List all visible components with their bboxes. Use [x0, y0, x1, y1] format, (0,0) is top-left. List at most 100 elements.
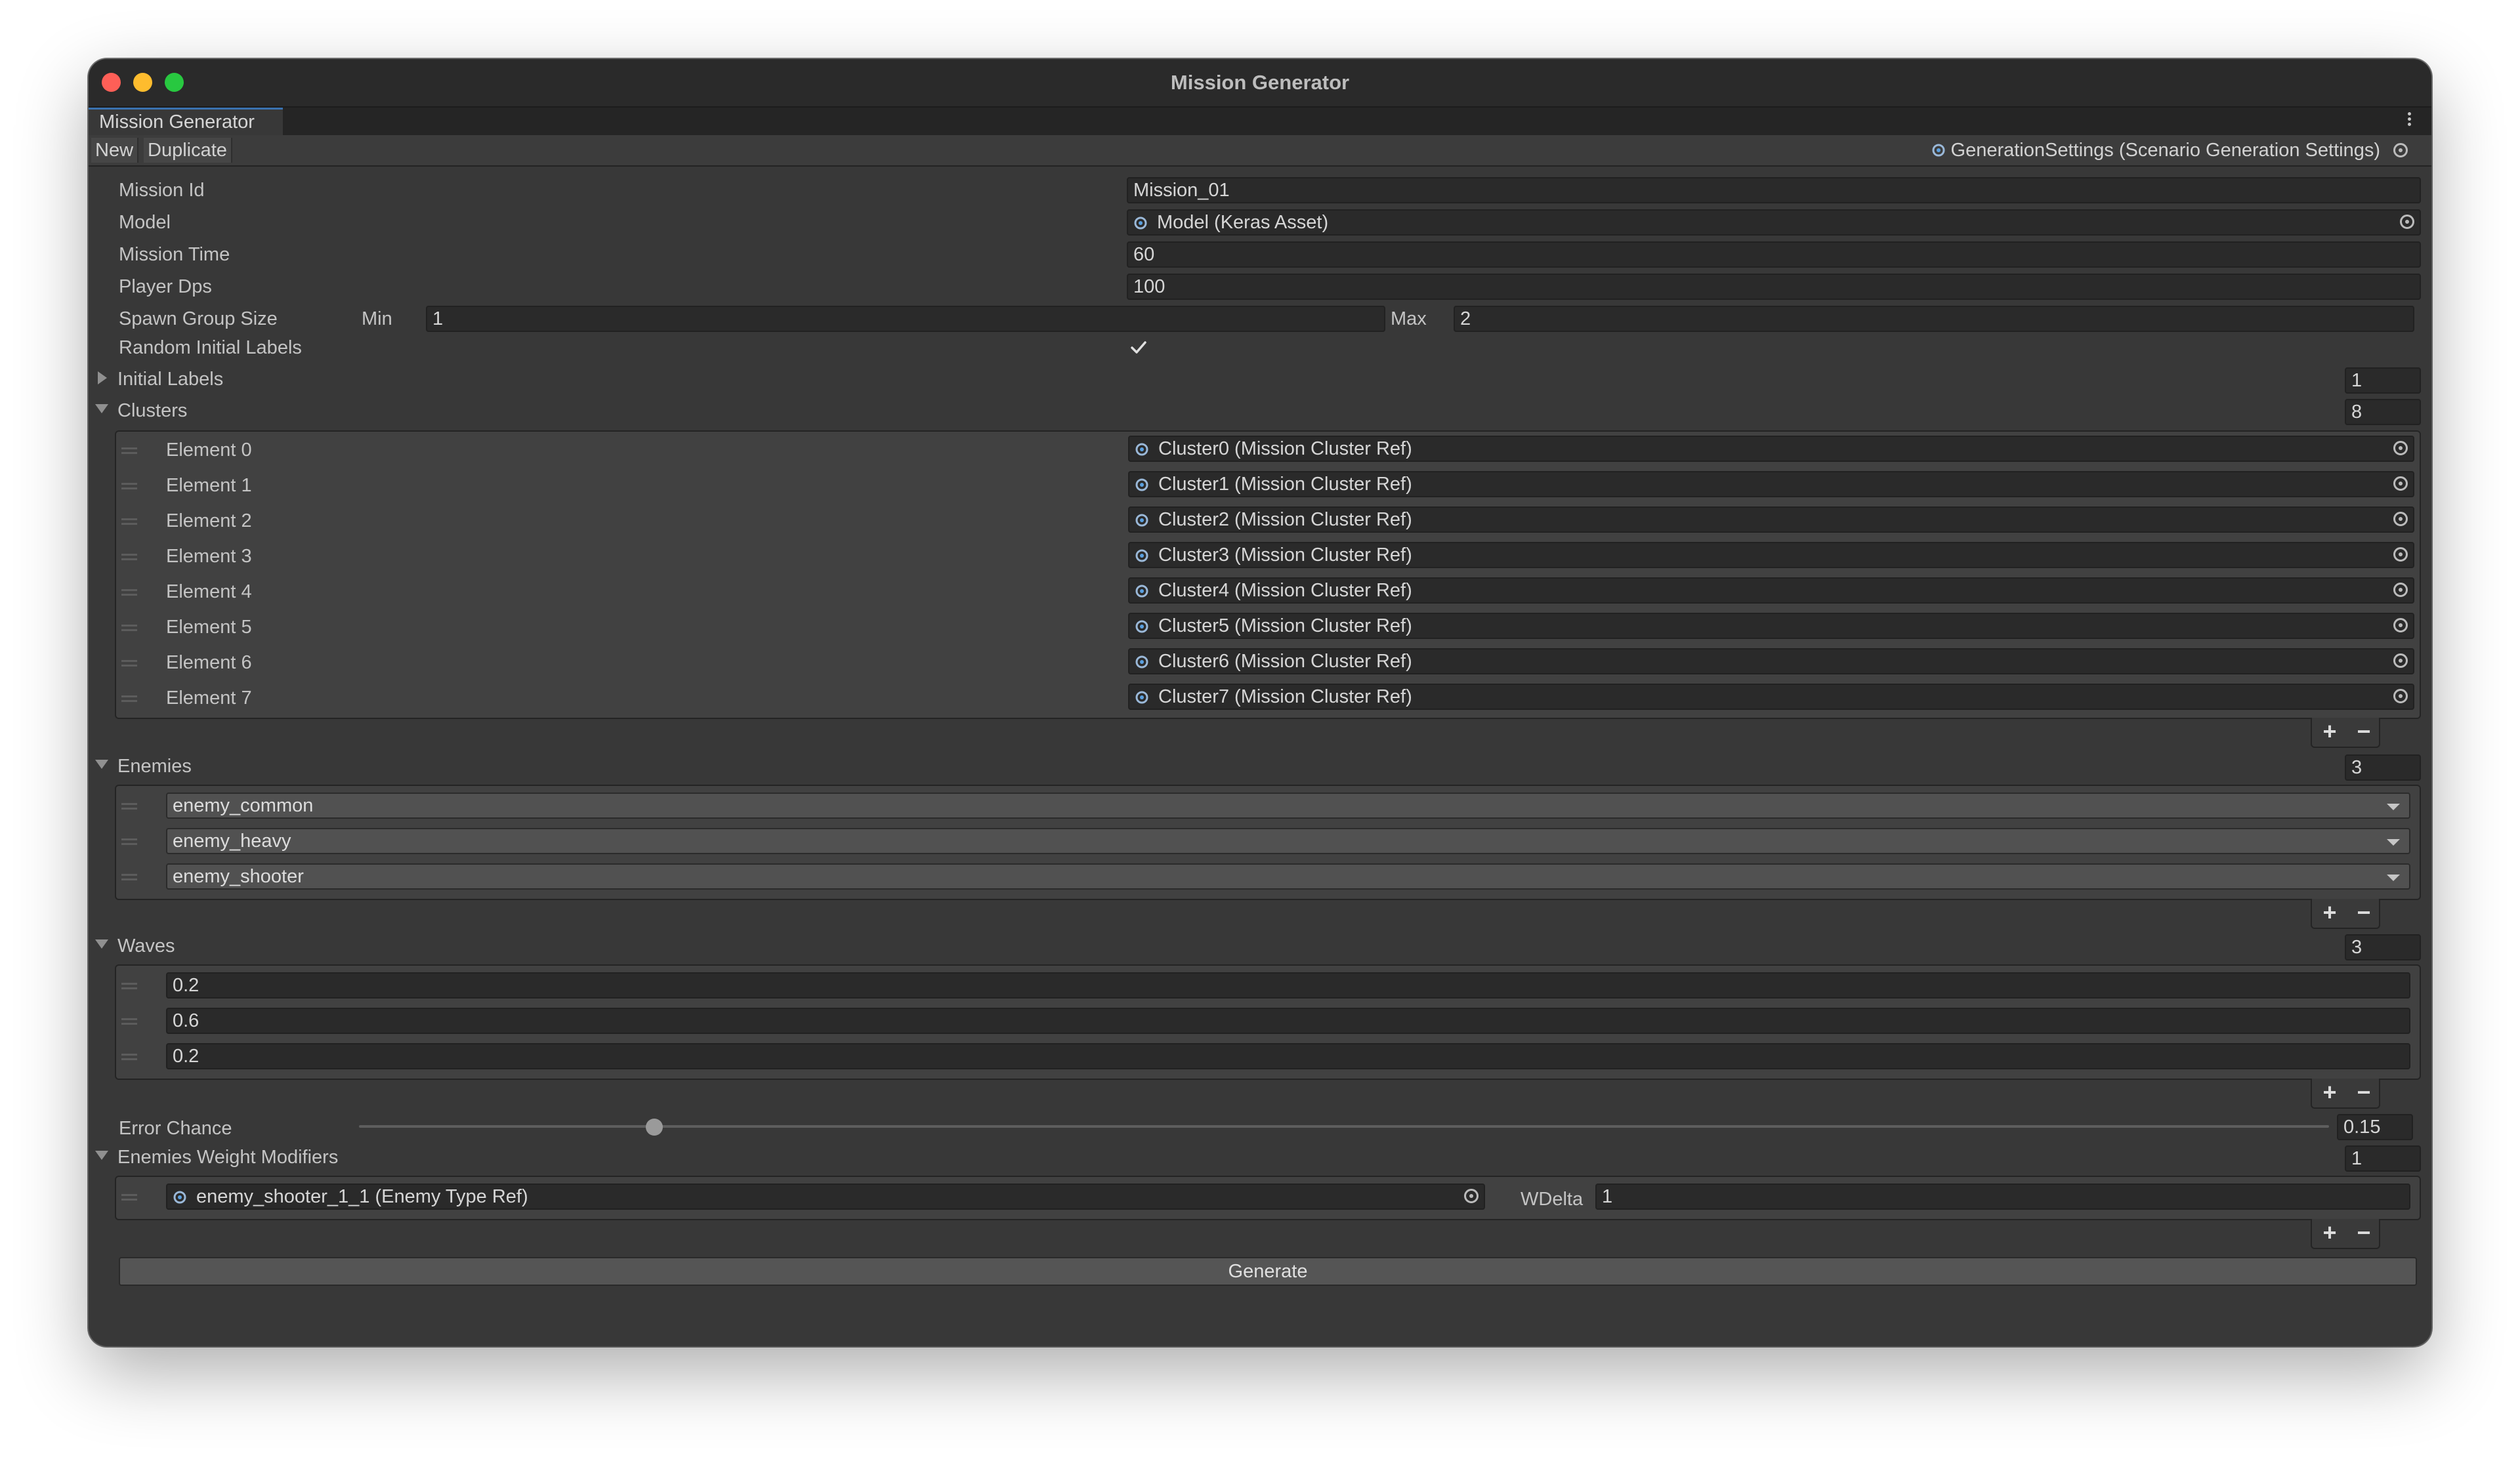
foldout-arrow-icon[interactable] [95, 760, 108, 769]
foldout-arrow-icon[interactable] [95, 404, 108, 413]
clusters-count[interactable]: 8 [2345, 399, 2421, 425]
enemies-label: Enemies [117, 756, 192, 777]
object-picker-icon[interactable] [2400, 215, 2414, 229]
weight-modifiers-remove-button[interactable]: − [2347, 1219, 2380, 1248]
waves-add-button[interactable]: + [2313, 1079, 2346, 1107]
enemy-dropdown-value: enemy_common [173, 795, 314, 816]
weight-modifiers-count[interactable]: 1 [2345, 1145, 2421, 1172]
mission-time-label: Mission Time [119, 244, 230, 265]
enemy-dropdown[interactable]: enemy_heavy [166, 828, 2410, 854]
enemy-type-value: enemy_shooter_1_1 (Enemy Type Ref) [196, 1186, 528, 1207]
cluster-field[interactable]: Cluster6 (Mission Cluster Ref) [1128, 648, 2414, 674]
foldout-arrow-icon[interactable] [98, 371, 107, 384]
clusters-list: Element 0 Cluster0 (Mission Cluster Ref)… [115, 430, 2421, 719]
generate-button[interactable]: Generate [119, 1257, 2417, 1286]
cluster-field[interactable]: Cluster0 (Mission Cluster Ref) [1128, 436, 2414, 462]
enemy-dropdown[interactable]: enemy_common [166, 793, 2410, 819]
list-item: Element 2 Cluster2 (Mission Cluster Ref) [116, 503, 2420, 538]
cluster-element-label: Element 7 [166, 688, 252, 709]
spawn-max-input[interactable]: 2 [1454, 306, 2414, 332]
spawn-min-input[interactable]: 1 [426, 306, 1385, 332]
new-button[interactable]: New [91, 138, 139, 163]
cluster-field[interactable]: Cluster1 (Mission Cluster Ref) [1128, 471, 2414, 497]
cluster-value: Cluster1 (Mission Cluster Ref) [1158, 474, 1412, 495]
cluster-field[interactable]: Cluster5 (Mission Cluster Ref) [1128, 613, 2414, 639]
enemies-add-button[interactable]: + [2313, 899, 2346, 928]
list-item: 0.2 [116, 1041, 2420, 1076]
drag-handle-icon[interactable] [121, 1054, 137, 1060]
waves-remove-button[interactable]: − [2347, 1079, 2380, 1107]
drag-handle-icon[interactable] [121, 1194, 137, 1201]
cluster-element-label: Element 1 [166, 475, 252, 496]
object-picker-icon[interactable] [2393, 512, 2408, 526]
foldout-arrow-icon[interactable] [95, 1151, 108, 1160]
object-field-icon [1135, 620, 1148, 633]
drag-handle-icon[interactable] [121, 589, 137, 596]
weight-modifiers-add-button[interactable]: + [2313, 1219, 2346, 1248]
enemy-dropdown[interactable]: enemy_shooter [166, 863, 2410, 890]
drag-handle-icon[interactable] [121, 447, 137, 454]
list-item: Element 5 Cluster5 (Mission Cluster Ref) [116, 609, 2420, 644]
enemies-remove-button[interactable]: − [2347, 899, 2380, 928]
drag-handle-icon[interactable] [121, 1018, 137, 1025]
mission-id-label: Mission Id [119, 180, 205, 201]
error-chance-input[interactable]: 0.15 [2337, 1114, 2413, 1140]
object-picker-icon[interactable] [2393, 583, 2408, 597]
object-picker-icon[interactable] [2393, 476, 2408, 491]
cluster-value: Cluster7 (Mission Cluster Ref) [1158, 686, 1412, 707]
drag-handle-icon[interactable] [121, 838, 137, 845]
clusters-remove-button[interactable]: − [2347, 718, 2380, 747]
foldout-arrow-icon[interactable] [95, 939, 108, 949]
object-picker-icon[interactable] [1464, 1189, 1479, 1203]
wave-value-input[interactable]: 0.2 [166, 972, 2410, 999]
wave-value-input[interactable]: 0.6 [166, 1008, 2410, 1034]
object-picker-icon[interactable] [2393, 143, 2408, 157]
object-picker-icon[interactable] [2393, 653, 2408, 668]
wdelta-label: WDelta [1521, 1189, 1584, 1210]
object-field-icon [1135, 691, 1148, 704]
cluster-value: Cluster4 (Mission Cluster Ref) [1158, 580, 1412, 601]
drag-handle-icon[interactable] [121, 803, 137, 810]
tab-mission-generator[interactable]: Mission Generator [89, 108, 283, 135]
drag-handle-icon[interactable] [121, 518, 137, 525]
kebab-menu-icon[interactable] [2408, 110, 2414, 128]
window: Mission Generator Mission Generator New … [89, 59, 2431, 1346]
model-field[interactable]: Model (Keras Asset) [1127, 209, 2421, 236]
object-picker-icon[interactable] [2393, 547, 2408, 562]
spawn-group-size-label: Spawn Group Size [119, 308, 278, 329]
enemies-count[interactable]: 3 [2345, 754, 2421, 781]
drag-handle-icon[interactable] [121, 554, 137, 560]
generation-settings-field[interactable]: GenerationSettings (Scenario Generation … [1932, 138, 2420, 163]
duplicate-button[interactable]: Duplicate [144, 138, 232, 163]
initial-labels-count[interactable]: 1 [2345, 367, 2421, 394]
enemy-type-field[interactable]: enemy_shooter_1_1 (Enemy Type Ref) [166, 1184, 1485, 1210]
mission-time-input[interactable]: 60 [1127, 241, 2421, 268]
list-item: Element 6 Cluster6 (Mission Cluster Ref) [116, 644, 2420, 680]
drag-handle-icon[interactable] [121, 983, 137, 989]
object-picker-icon[interactable] [2393, 441, 2408, 455]
error-chance-slider[interactable] [359, 1111, 2329, 1142]
clusters-add-button[interactable]: + [2313, 718, 2346, 747]
waves-list-footer: + − [2311, 1079, 2380, 1109]
object-picker-icon[interactable] [2393, 618, 2408, 632]
drag-handle-icon[interactable] [121, 625, 137, 631]
drag-handle-icon[interactable] [121, 483, 137, 489]
cluster-field[interactable]: Cluster3 (Mission Cluster Ref) [1128, 542, 2414, 568]
object-picker-icon[interactable] [2393, 689, 2408, 703]
cluster-value: Cluster5 (Mission Cluster Ref) [1158, 615, 1412, 636]
drag-handle-icon[interactable] [121, 695, 137, 702]
random-initial-labels-checkbox[interactable] [1127, 336, 1150, 360]
wave-value-input[interactable]: 0.2 [166, 1043, 2410, 1069]
waves-count[interactable]: 3 [2345, 934, 2421, 960]
wdelta-input[interactable]: 1 [1595, 1184, 2410, 1210]
cluster-field[interactable]: Cluster2 (Mission Cluster Ref) [1128, 506, 2414, 533]
mission-id-input[interactable]: Mission_01 [1127, 177, 2421, 203]
drag-handle-icon[interactable] [121, 874, 137, 880]
cluster-field[interactable]: Cluster7 (Mission Cluster Ref) [1128, 684, 2414, 710]
drag-handle-icon[interactable] [121, 660, 137, 667]
slider-thumb[interactable] [646, 1119, 663, 1136]
player-dps-input[interactable]: 100 [1127, 274, 2421, 300]
cluster-element-label: Element 3 [166, 546, 252, 567]
cluster-field[interactable]: Cluster4 (Mission Cluster Ref) [1128, 577, 2414, 604]
spawn-max-label: Max [1391, 308, 1427, 329]
